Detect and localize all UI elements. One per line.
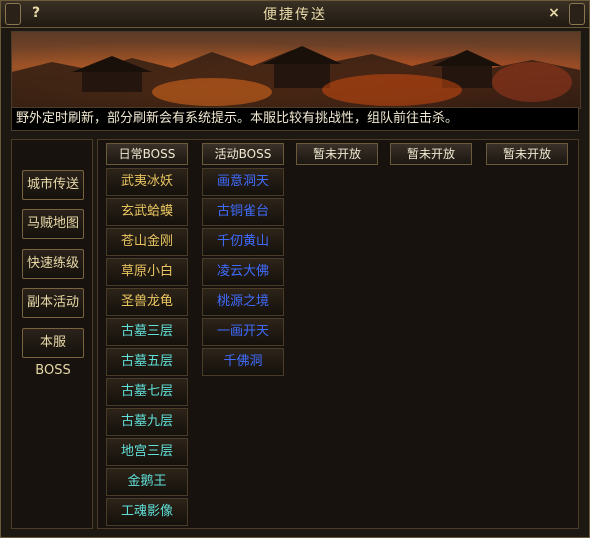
tab-not-open-1[interactable]: 暂未开放 [296,143,378,165]
daily-boss-item[interactable]: 古墓三层 [106,318,188,346]
tab-daily-boss[interactable]: 日常BOSS [106,143,188,165]
tab-event-boss[interactable]: 活动BOSS [202,143,284,165]
notice-text: 野外定时刷新，部分刷新会有系统提示。本服比较有挑战性，组队前往击杀。 [11,107,579,131]
tab-not-open-3[interactable]: 暂未开放 [486,143,568,165]
daily-boss-item[interactable]: 古墓九层 [106,408,188,436]
close-button[interactable]: × [545,4,563,22]
window-title: 便捷传送 [263,7,327,23]
tab-not-open-2[interactable]: 暂未开放 [390,143,472,165]
daily-boss-item[interactable]: 古墓五层 [106,348,188,376]
sidebar-item-city-teleport[interactable]: 城市传送 [22,170,84,200]
banner-image [11,31,581,109]
teleport-window: ? 便捷传送 × 野外定时刷新，部分刷新会有系统提示。本服比较有挑战性，组队前往… [0,0,590,538]
sidebar-item-dungeon-events[interactable]: 副本活动 [22,288,84,318]
daily-boss-item[interactable]: 工魂影像 [106,498,188,526]
daily-boss-item[interactable]: 草原小白 [106,258,188,286]
event-boss-item[interactable]: 一画开天 [202,318,284,346]
daily-boss-item[interactable]: 苍山金刚 [106,228,188,256]
event-boss-item[interactable]: 凌云大佛 [202,258,284,286]
daily-boss-item[interactable]: 圣兽龙龟 [106,288,188,316]
sidebar-item-server-boss[interactable]: 本服BOSS [22,328,84,378]
daily-boss-item[interactable]: 金鹅王 [106,468,188,496]
event-boss-item[interactable]: 桃源之境 [202,288,284,316]
content-panel: 日常BOSS 活动BOSS 暂未开放 暂未开放 暂未开放 武夷冰妖 玄武蛤蟆 苍山金… [97,139,579,529]
event-boss-item[interactable]: 画意洞天 [202,168,284,196]
event-boss-item[interactable]: 千仞黄山 [202,228,284,256]
daily-boss-item[interactable]: 古墓七层 [106,378,188,406]
daily-boss-item[interactable]: 地宫三层 [106,438,188,466]
sidebar-panel: 城市传送 马贼地图 快速练级 副本活动 本服BOSS [11,139,93,529]
sidebar-item-bandit-map[interactable]: 马贼地图 [22,209,84,239]
event-boss-item[interactable]: 古铜雀台 [202,198,284,226]
sidebar-item-fast-leveling[interactable]: 快速练级 [22,249,84,279]
daily-boss-item[interactable]: 武夷冰妖 [106,168,188,196]
burning-city-illustration [12,46,580,108]
event-boss-item[interactable]: 千佛洞 [202,348,284,376]
daily-boss-item[interactable]: 玄武蛤蟆 [106,198,188,226]
title-bar[interactable]: ? 便捷传送 × [1,1,589,28]
